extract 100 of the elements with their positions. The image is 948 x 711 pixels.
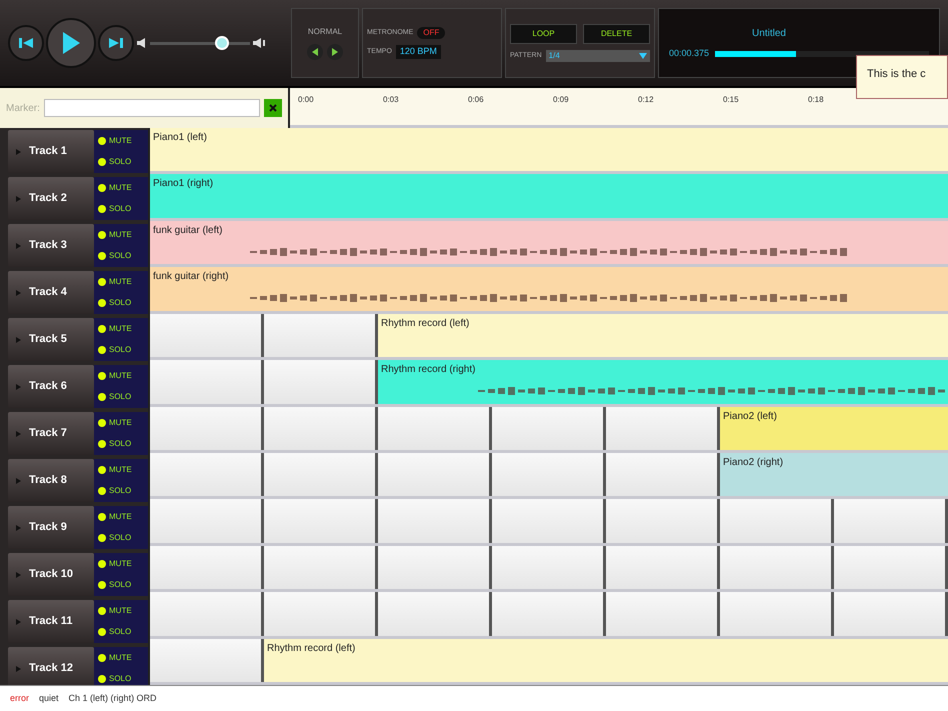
tempo-value[interactable]: 120 BPM bbox=[396, 45, 441, 59]
track-toggle[interactable]: MUTE bbox=[98, 276, 148, 288]
volume-slider[interactable] bbox=[150, 35, 250, 51]
track-name: Track 8 bbox=[29, 473, 67, 488]
audio-clip[interactable]: Piano2 (left) bbox=[720, 406, 948, 450]
track-toggle[interactable]: MUTE bbox=[98, 322, 148, 335]
skip-forward-icon bbox=[108, 37, 124, 49]
track-toggle[interactable]: MUTE bbox=[98, 134, 148, 147]
clip-label: Rhythm record (left) bbox=[267, 642, 356, 656]
mode-prev-button[interactable] bbox=[307, 44, 323, 60]
next-button[interactable] bbox=[98, 25, 134, 61]
track-toggle[interactable]: SOLO bbox=[98, 438, 148, 450]
track-toggle[interactable]: MUTE bbox=[98, 182, 148, 194]
track-toggle[interactable]: SOLO bbox=[98, 344, 148, 356]
track-header[interactable]: Track 3 bbox=[8, 224, 94, 267]
ruler-label: 0:00 bbox=[297, 94, 315, 106]
status-item: quiet bbox=[39, 692, 59, 705]
ruler-label: 0:18 bbox=[807, 94, 825, 106]
tooltip: This is the c bbox=[856, 55, 948, 99]
ruler-label: 0:09 bbox=[552, 94, 570, 106]
track-header[interactable]: Track 6 bbox=[8, 365, 94, 408]
audio-clip[interactable]: Rhythm record (left) bbox=[378, 314, 948, 358]
status-item: error bbox=[10, 692, 30, 705]
audio-clip[interactable]: Rhythm record (right) bbox=[378, 360, 948, 404]
track-toggle[interactable]: MUTE bbox=[98, 228, 148, 241]
audio-clip[interactable]: funk guitar (right) bbox=[150, 267, 948, 311]
track-header[interactable]: Track 2 bbox=[8, 177, 94, 220]
track-header[interactable]: Track 10 bbox=[8, 553, 94, 596]
expand-icon bbox=[16, 242, 21, 248]
audio-clip[interactable]: Piano1 (right) bbox=[150, 174, 948, 218]
track-toggle[interactable]: SOLO bbox=[98, 297, 148, 310]
track-name: Track 2 bbox=[29, 191, 67, 206]
track-toggle[interactable]: SOLO bbox=[98, 391, 148, 404]
track-header[interactable]: Track 12 bbox=[8, 647, 94, 685]
track-header[interactable]: Track 8 bbox=[8, 459, 94, 502]
audio-clip[interactable]: Rhythm record (left) bbox=[264, 638, 948, 682]
expand-icon bbox=[16, 196, 21, 202]
track-toggle[interactable]: MUTE bbox=[98, 416, 148, 429]
track-header[interactable]: Track 5 bbox=[8, 318, 94, 361]
track-name: Track 3 bbox=[29, 238, 67, 254]
track-name: Track 9 bbox=[29, 520, 67, 536]
expand-icon bbox=[16, 666, 21, 672]
track-header[interactable]: Track 4 bbox=[8, 271, 94, 314]
track-toggle[interactable]: SOLO bbox=[98, 485, 148, 498]
clip-label: Piano1 (right) bbox=[153, 177, 214, 192]
play-icon bbox=[61, 31, 81, 55]
track-toggle[interactable]: MUTE bbox=[98, 370, 148, 382]
left-arrow-icon bbox=[312, 48, 318, 56]
play-button[interactable] bbox=[46, 18, 96, 68]
expand-icon bbox=[16, 478, 21, 484]
right-arrow-icon bbox=[332, 48, 338, 56]
expand-icon bbox=[16, 384, 21, 390]
volume-high-icon bbox=[252, 37, 266, 49]
toolbar-button[interactable]: DELETE bbox=[583, 24, 650, 44]
track-toggle[interactable]: MUTE bbox=[98, 558, 148, 570]
ruler-label: 0:12 bbox=[637, 94, 655, 106]
audio-clip[interactable]: Piano1 (left) bbox=[150, 128, 948, 172]
track-toggle[interactable]: MUTE bbox=[98, 464, 148, 476]
clip-label: Rhythm record (right) bbox=[381, 363, 476, 378]
expand-icon bbox=[16, 290, 21, 296]
track-header[interactable]: Track 11 bbox=[8, 600, 94, 643]
clip-label: funk guitar (right) bbox=[153, 270, 229, 284]
progress-bar[interactable] bbox=[715, 50, 929, 56]
track-toggle[interactable]: MUTE bbox=[98, 652, 148, 664]
track-toggle[interactable]: SOLO bbox=[98, 203, 148, 216]
track-header[interactable]: Track 9 bbox=[8, 506, 94, 549]
mode-next-button[interactable] bbox=[327, 44, 343, 60]
track-toggle[interactable]: SOLO bbox=[98, 532, 148, 544]
track-toggle[interactable]: SOLO bbox=[98, 156, 148, 168]
track-toggle[interactable]: SOLO bbox=[98, 626, 148, 638]
track-toggle[interactable]: SOLO bbox=[98, 250, 148, 262]
clip-label: Piano2 (right) bbox=[723, 456, 784, 470]
expand-icon bbox=[16, 336, 21, 342]
clip-label: Rhythm record (left) bbox=[381, 316, 470, 331]
song-title: Untitled bbox=[751, 26, 787, 41]
track-header[interactable]: Track 7 bbox=[8, 412, 94, 455]
metronome-toggle[interactable]: OFF bbox=[417, 27, 446, 40]
dropdown-arrow-icon bbox=[639, 53, 647, 59]
expand-icon bbox=[16, 618, 21, 624]
pattern-select[interactable]: 1/4 bbox=[546, 50, 650, 62]
toolbar-button[interactable]: LOOP bbox=[510, 24, 577, 44]
previous-button[interactable] bbox=[8, 25, 44, 61]
slider-thumb[interactable] bbox=[215, 36, 229, 50]
audio-clip[interactable]: Piano2 (right) bbox=[720, 452, 948, 496]
track-toggle[interactable]: SOLO bbox=[98, 579, 148, 592]
expand-icon bbox=[16, 148, 21, 154]
clear-marker-button[interactable] bbox=[264, 99, 282, 117]
track-name: Track 7 bbox=[29, 426, 67, 442]
clip-label: Piano1 (left) bbox=[153, 131, 207, 145]
time-display: 00:00.375 bbox=[669, 46, 710, 60]
clip-label: funk guitar (left) bbox=[153, 224, 222, 238]
audio-clip[interactable]: funk guitar (left) bbox=[150, 220, 948, 264]
track-name: Track 12 bbox=[29, 661, 74, 676]
track-toggle[interactable]: MUTE bbox=[98, 510, 148, 523]
track-header[interactable]: Track 1 bbox=[8, 130, 94, 173]
track-toggle[interactable]: SOLO bbox=[98, 673, 148, 685]
track-name: Track 4 bbox=[29, 285, 67, 300]
track-toggle[interactable]: MUTE bbox=[98, 604, 148, 617]
marker-field[interactable] bbox=[44, 99, 260, 117]
track-name: Track 5 bbox=[29, 332, 67, 348]
